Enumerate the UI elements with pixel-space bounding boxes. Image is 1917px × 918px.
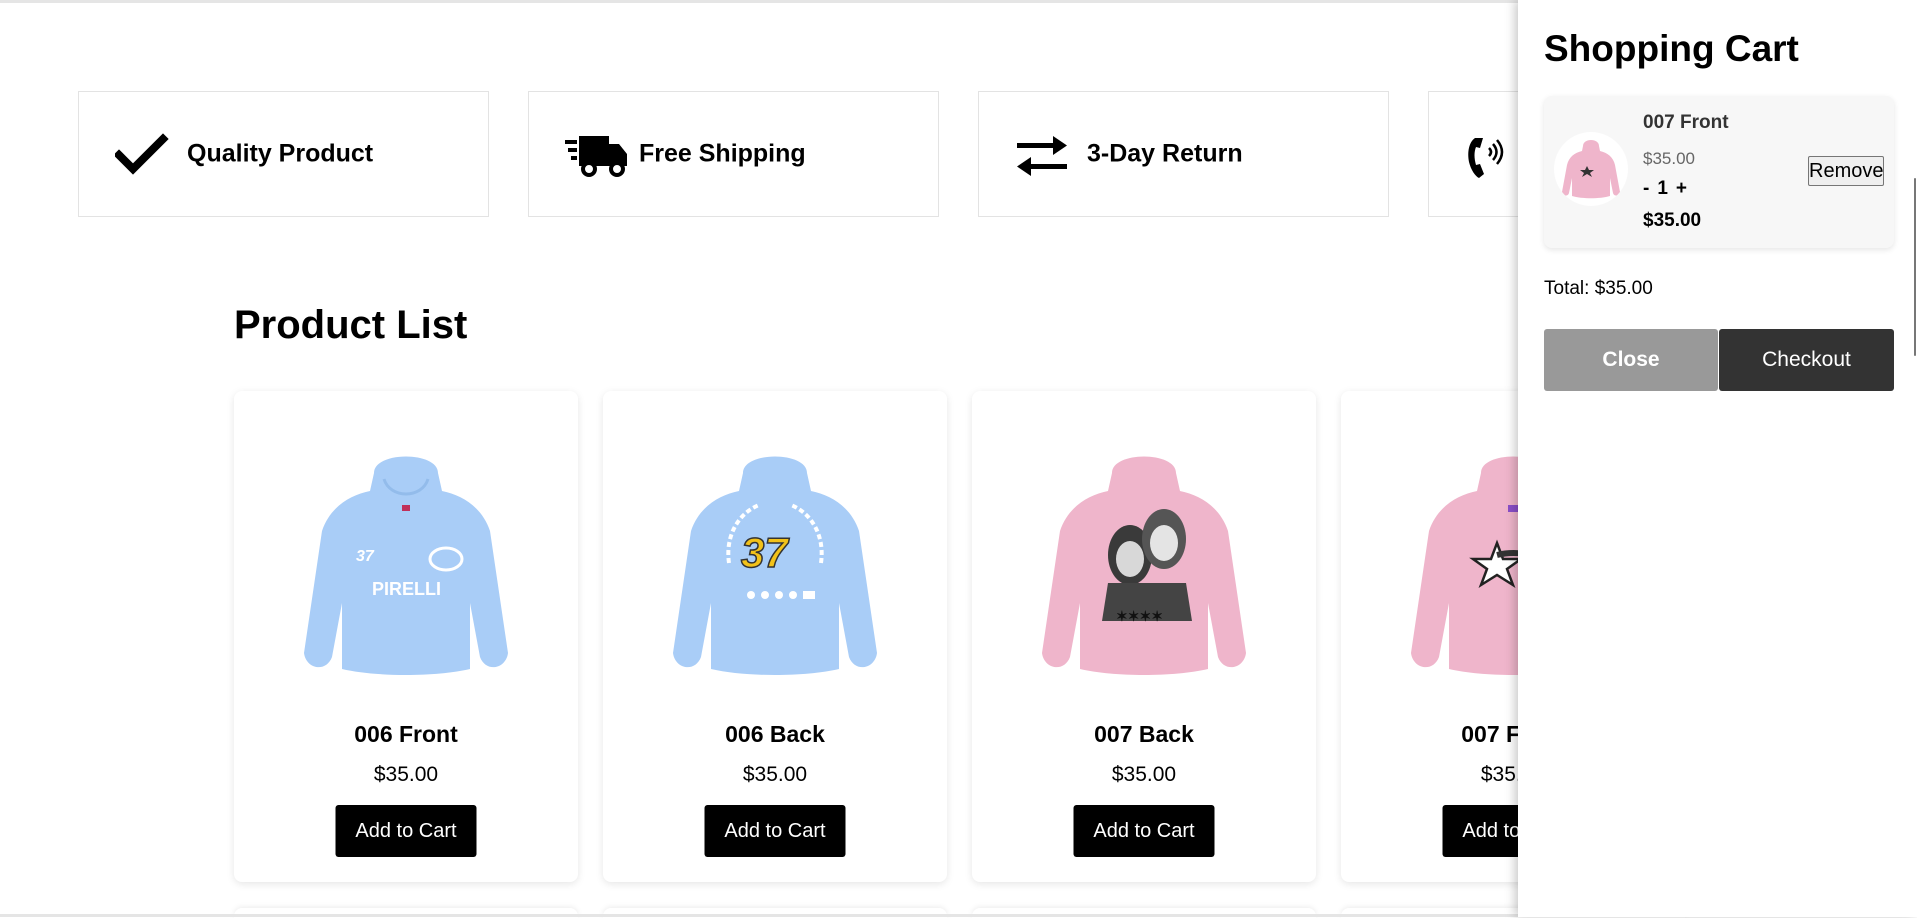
close-button[interactable]: Close [1544, 329, 1718, 391]
cart-item-price: $35.00 [1643, 149, 1695, 168]
feature-free-shipping: Free Shipping [528, 91, 939, 217]
checkout-button[interactable]: Checkout [1719, 329, 1894, 391]
product-image-006-back[interactable]: 37 [655, 443, 895, 683]
shopping-cart-panel: Shopping Cart 007 Front $35.00 - 1 + $35… [1518, 0, 1917, 917]
cart-item-subtotal: $35.00 [1643, 210, 1702, 231]
product-card: 37 PIRELLI 006 Front $35.00 Add to Cart [234, 391, 578, 882]
product-card: ✶✶✶✶ 007 Back $35.00 Add to Cart [972, 391, 1316, 882]
svg-text:✶✶✶✶: ✶✶✶✶ [1116, 608, 1163, 624]
add-to-cart-button[interactable]: Add to Cart [335, 805, 477, 857]
feature-label: 3-Day Return [1087, 139, 1243, 168]
hoodie-thumbnail-icon [1562, 140, 1620, 199]
product-list-title: Product List [234, 303, 468, 347]
product-name: 007 Back [1094, 721, 1194, 747]
svg-text:PIRELLI: PIRELLI [372, 579, 441, 599]
feature-label: Quality Product [187, 139, 374, 168]
scrollbar-thumb[interactable] [1914, 178, 1916, 356]
cart-item-name: 007 Front [1643, 112, 1729, 133]
product-image-006-front[interactable]: 37 PIRELLI [286, 443, 526, 683]
feature-3-day-return: 3-Day Return [978, 91, 1389, 217]
checkmark-icon [115, 133, 169, 175]
decrease-quantity-button[interactable]: - [1643, 178, 1649, 200]
svg-text:37: 37 [356, 548, 375, 565]
product-name: 006 Back [725, 721, 825, 747]
add-to-cart-button[interactable]: Add to Cart [1073, 805, 1215, 857]
product-price: $35.00 [1111, 763, 1177, 786]
cart-title: Shopping Cart [1544, 28, 1799, 69]
add-to-cart-button[interactable]: Add to Cart [704, 805, 846, 857]
cart-scrollbar[interactable] [1913, 0, 1917, 917]
product-price: $35.00 [742, 763, 808, 786]
svg-text:37: 37 [741, 529, 789, 576]
quantity-stepper: - 1 + [1643, 178, 1687, 200]
feature-label: Free Shipping [639, 139, 806, 168]
product-name: 006 Front [354, 721, 458, 747]
quantity-value: 1 [1657, 178, 1668, 199]
product-card: 37 006 Back $35.00 Add to Cart [603, 391, 947, 882]
cart-item: 007 Front $35.00 - 1 + $35.00 Remove [1544, 96, 1894, 248]
phone-icon [1468, 138, 1504, 178]
product-price: $35.00 [373, 763, 439, 786]
increase-quantity-button[interactable]: + [1676, 178, 1687, 200]
exchange-arrows-icon [1017, 136, 1067, 176]
delivery-truck-icon [565, 136, 627, 177]
cart-item-image [1554, 132, 1628, 206]
feature-quality-product: Quality Product [78, 91, 489, 217]
product-image-007-back[interactable]: ✶✶✶✶ [1024, 443, 1264, 683]
remove-button[interactable]: Remove [1808, 156, 1884, 186]
cart-total: Total: $35.00 [1544, 278, 1653, 299]
